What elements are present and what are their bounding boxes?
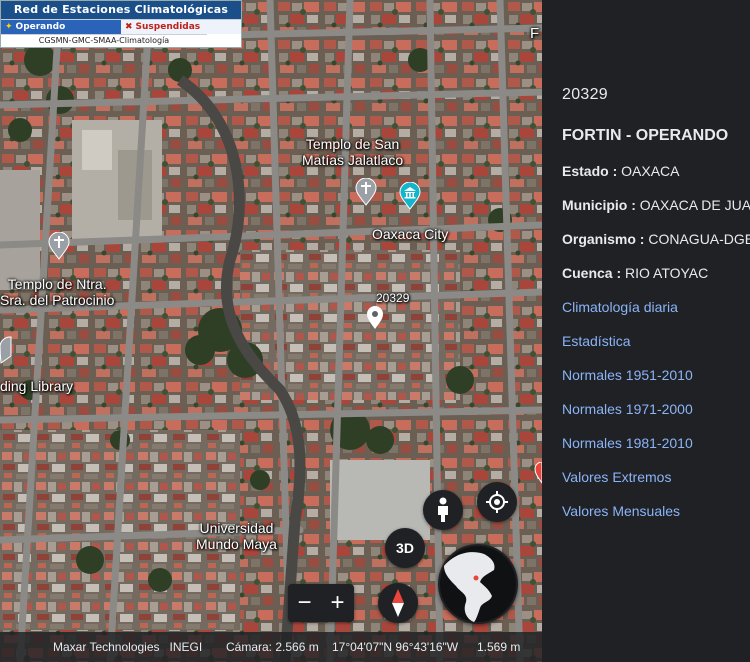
ground-elevation: 1.569 m	[477, 640, 521, 654]
legend-operating-label: Operando	[15, 22, 66, 32]
estado-value: OAXACA	[617, 163, 680, 179]
label-library[interactable]: ding Library	[0, 378, 73, 394]
cuenca-label: Cuenca :	[562, 265, 622, 281]
estado-row: Estado : OAXACA	[562, 163, 679, 179]
map-view[interactable]: Red de Estaciones Climatológicas ✦ Opera…	[0, 0, 542, 662]
church-icon[interactable]	[355, 178, 377, 206]
globe-minimap[interactable]	[438, 544, 518, 624]
label-universidad[interactable]: Universidad Mundo Maya	[196, 520, 277, 552]
camera-altitude: Cámara: 2.566 m	[226, 640, 319, 654]
link-normales-1981-2010[interactable]: Normales 1981-2010	[562, 435, 693, 451]
label-templo-san-matias[interactable]: Templo de San Matías Jalatlaco	[302, 136, 403, 168]
pegman-icon	[438, 497, 448, 522]
municipio-row: Municipio : OAXACA DE JUAREZ	[562, 197, 750, 213]
station-id: 20329	[562, 86, 608, 103]
link-normales-1971-2000[interactable]: Normales 1971-2000	[562, 401, 693, 417]
organismo-value: CONAGUA-DGE	[644, 231, 750, 247]
my-location-icon	[486, 491, 508, 513]
poi-icon[interactable]	[0, 336, 12, 364]
museum-icon[interactable]	[399, 182, 421, 210]
cursor-coordinates: 17°04'07"N 96°43'16"W	[332, 640, 459, 654]
legend-suspended: ✖ Suspendidas	[121, 20, 241, 34]
globe-icon	[440, 546, 516, 622]
legend-title: Red de Estaciones Climatológicas	[1, 1, 241, 19]
legend-operating: ✦ Operando	[1, 20, 121, 34]
church-icon[interactable]	[48, 232, 70, 260]
map-pin-icon[interactable]	[534, 462, 542, 484]
zoom-out-button[interactable]: −	[297, 589, 311, 617]
map-pin-icon[interactable]	[366, 306, 384, 330]
3d-label: 3D	[396, 540, 414, 556]
municipio-label: Municipio :	[562, 197, 636, 213]
compass-icon	[392, 589, 404, 617]
label-oaxaca-city[interactable]: Oaxaca City	[372, 226, 448, 242]
suspended-station-icon: ✖	[125, 22, 133, 32]
legend-suspended-label: Suspendidas	[135, 22, 201, 32]
pegman-button[interactable]	[423, 490, 463, 530]
label-templo-patrocinio[interactable]: Templo de Ntra. Sra. del Patrocinio	[0, 276, 114, 308]
label-station-marker[interactable]: 20329	[376, 290, 409, 306]
my-location-button[interactable]	[477, 482, 517, 522]
zoom-control: − +	[288, 584, 354, 622]
station-name: FORTIN - OPERANDO	[562, 127, 729, 144]
organismo-label: Organismo :	[562, 231, 645, 247]
map-status-bar: Maxar Technologies INEGI Cámara: 2.566 m…	[0, 632, 542, 662]
imagery-attribution: Maxar Technologies INEGI	[53, 640, 203, 654]
organismo-row: Organismo : CONAGUA-DGE	[562, 231, 750, 247]
3d-toggle-button[interactable]: 3D	[385, 528, 425, 568]
cuenca-row: Cuenca : RIO ATOYAC	[562, 265, 708, 281]
cuenca-value: RIO ATOYAC	[621, 265, 709, 281]
map-edge-label: F	[530, 25, 540, 42]
stations-legend: Red de Estaciones Climatológicas ✦ Opera…	[0, 0, 242, 48]
legend-status-row: ✦ Operando ✖ Suspendidas	[1, 19, 241, 34]
link-estadistica[interactable]: Estadística	[562, 333, 630, 349]
station-info-panel: 20329 FORTIN - OPERANDO Estado : OAXACA …	[542, 0, 750, 662]
link-valores-mensuales[interactable]: Valores Mensuales	[562, 503, 680, 519]
zoom-in-button[interactable]: +	[330, 589, 344, 617]
operating-station-icon: ✦	[5, 22, 13, 32]
compass-button[interactable]	[378, 583, 418, 623]
municipio-value: OAXACA DE JUAREZ	[639, 197, 750, 213]
estado-label: Estado :	[562, 163, 618, 179]
link-normales-1951-2010[interactable]: Normales 1951-2010	[562, 367, 693, 383]
link-valores-extremos[interactable]: Valores Extremos	[562, 469, 671, 485]
legend-credit: CGSMN-GMC-SMAA-Climatología	[1, 34, 207, 47]
link-climatologia-diaria[interactable]: Climatología diaria	[562, 299, 678, 315]
